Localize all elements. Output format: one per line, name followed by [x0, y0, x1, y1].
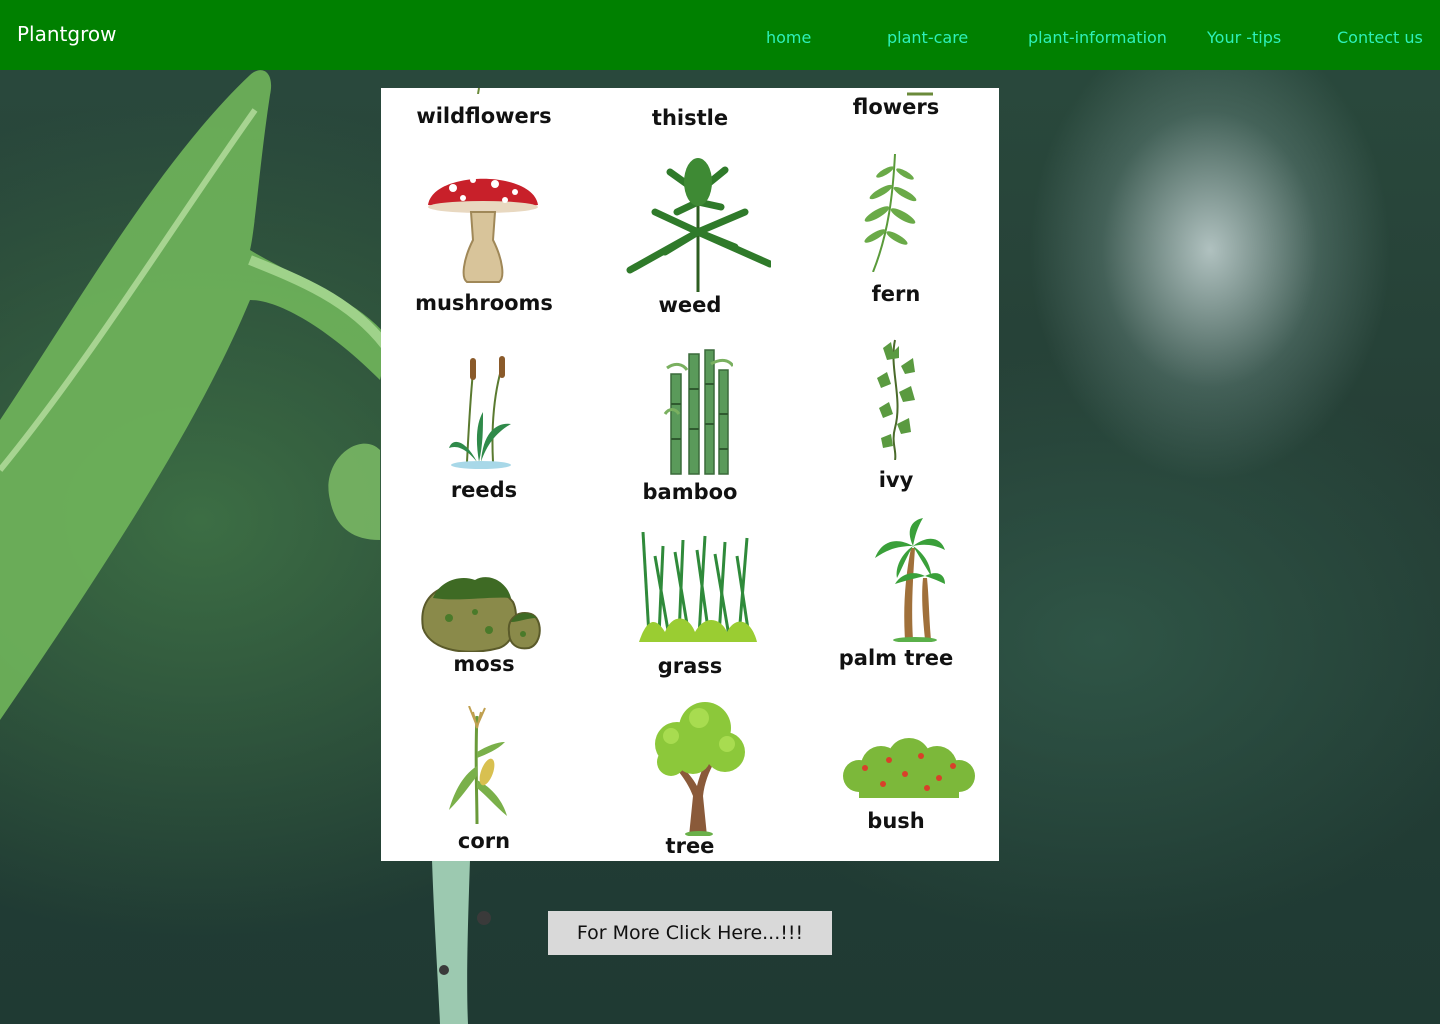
gallery-item: bamboo — [587, 338, 793, 518]
bamboo-icon — [663, 349, 733, 475]
gallery-item-label: weed — [658, 293, 722, 317]
gallery-item: fern — [793, 148, 999, 328]
mushroom-icon — [428, 177, 538, 283]
gallery-item-label: ivy — [878, 468, 914, 492]
bush-icon — [843, 738, 975, 798]
gallery-item: grass — [587, 518, 793, 698]
gallery-item-label: wildflowers — [416, 104, 552, 128]
gallery-item: wildflowers — [381, 88, 587, 138]
plant-gallery-image: wildflowers thistle flowers mushrooms we… — [381, 88, 999, 861]
nav-link-contact-us[interactable]: Contect us — [1337, 28, 1423, 47]
for-more-button[interactable]: For More Click Here...!!! — [548, 911, 832, 955]
gallery-item: bush — [793, 698, 999, 861]
weed-icon — [626, 158, 771, 292]
gallery-item: tree — [587, 698, 793, 861]
gallery-item: palm tree — [793, 518, 999, 698]
grass-icon — [639, 532, 757, 642]
gallery-item-label: fern — [871, 282, 921, 306]
gallery-item-label: thistle — [651, 106, 729, 130]
gallery-item-label: grass — [657, 654, 723, 678]
gallery-item-label: reeds — [450, 478, 518, 502]
gallery-item-label: mushrooms — [415, 291, 553, 315]
gallery-item: thistle — [587, 88, 793, 138]
gallery-item: flowers — [793, 88, 999, 138]
gallery-item: moss — [381, 518, 587, 698]
wildflowers-icon — [477, 88, 480, 94]
reeds-icon — [449, 356, 511, 469]
gallery-item-label: moss — [453, 652, 515, 676]
moss-icon — [421, 577, 541, 652]
palm-tree-icon — [875, 518, 945, 642]
gallery-item-label: bamboo — [642, 480, 738, 504]
top-navbar: Plantgrow home plant-care plant-informat… — [0, 0, 1440, 70]
nav-link-plant-information[interactable]: plant-information — [1028, 28, 1167, 47]
tree-icon — [655, 702, 745, 836]
gallery-item: corn — [381, 698, 587, 861]
nav-link-your-tips[interactable]: Your -tips — [1207, 28, 1281, 47]
ivy-icon — [877, 339, 915, 460]
gallery-item: mushrooms — [381, 148, 587, 328]
gallery-item-label: tree — [665, 834, 715, 858]
gallery-item: ivy — [793, 338, 999, 518]
gallery-item: weed — [587, 148, 793, 328]
gallery-item-label: corn — [457, 829, 511, 853]
gallery-item-label: bush — [867, 809, 925, 833]
corn-icon — [449, 706, 507, 824]
gallery-item: reeds — [381, 338, 587, 518]
nav-link-plant-care[interactable]: plant-care — [887, 28, 968, 47]
gallery-item-label: palm tree — [838, 646, 954, 670]
fern-icon — [864, 153, 917, 272]
gallery-item-label: flowers — [852, 95, 940, 119]
nav-link-home[interactable]: home — [766, 28, 811, 47]
main-nav: home plant-care plant-information Your -… — [0, 28, 1440, 52]
